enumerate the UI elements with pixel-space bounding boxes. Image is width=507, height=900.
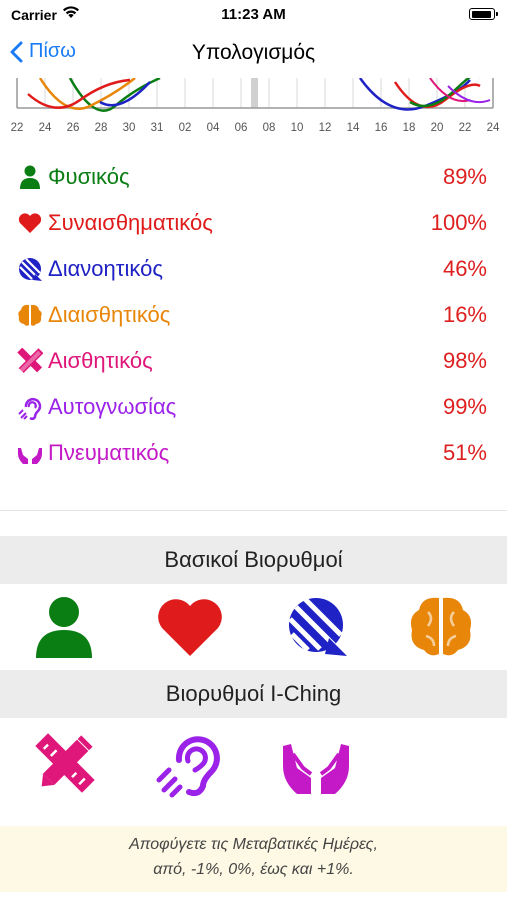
x-tick-label: 24 (38, 122, 52, 134)
row-value: 100% (430, 210, 487, 235)
person-icon (36, 597, 92, 658)
x-tick-label: 04 (206, 122, 220, 134)
x-tick-label: 22 (458, 122, 472, 134)
iching-aesthetic-button[interactable] (30, 728, 100, 798)
row-value: 99% (442, 394, 487, 419)
status-time: 11:23 AM (221, 6, 286, 23)
x-tick-label: 12 (318, 122, 332, 134)
row-value: 98% (442, 348, 487, 373)
row-label: Διαισθητικός (48, 302, 171, 327)
today-marker (251, 78, 258, 108)
row-physical[interactable]: Φυσικός 89% (0, 156, 507, 196)
row-value: 16% (442, 302, 487, 327)
battery-icon (469, 8, 498, 20)
nav-bar: Πίσω Υπολογισμός (0, 28, 507, 78)
row-aesthetic[interactable]: Αισθητικός 98% (0, 340, 507, 380)
status-bar: Carrier 11:23 AM (0, 0, 507, 28)
x-tick-label: 08 (262, 122, 276, 134)
page-title: Υπολογισμός (191, 41, 316, 64)
row-label: Πνευματικός (48, 440, 170, 465)
x-tick-label: 31 (150, 122, 164, 134)
footer-line-1: Αποφύγετε τις Μεταβατικές Ημέρες, (129, 836, 378, 853)
basic-intellectual-button[interactable] (283, 592, 353, 662)
row-value: 46% (442, 256, 487, 281)
row-label: Αυτογνωσίας (48, 394, 177, 419)
row-self-awareness[interactable]: Αυτογνωσίας 99% (0, 386, 507, 426)
graph-x-axis: 22 24 26 28 30 31 02 04 06 08 10 12 14 16 18 20 22 24 (0, 122, 507, 138)
divider (0, 510, 507, 511)
row-intellectual[interactable]: Διανοητικός 46% (0, 248, 507, 288)
person-icon (20, 165, 40, 189)
ear-icon (156, 736, 220, 798)
x-tick-label: 30 (122, 122, 136, 134)
x-tick-label: 18 (402, 122, 416, 134)
pencil-ruler-icon (17, 348, 43, 374)
footer-line-2: από, -1%, 0%, έως και +1%. (153, 861, 354, 878)
mind-icon (288, 597, 347, 656)
mind-icon (19, 258, 42, 281)
x-tick-label: 26 (66, 122, 80, 134)
row-intuitive[interactable]: Διαισθητικός 16% (0, 294, 507, 334)
hands-icon (283, 744, 349, 794)
x-tick-label: 16 (374, 122, 388, 134)
hands-icon (18, 448, 42, 464)
iching-spiritual-button[interactable] (281, 728, 351, 798)
brain-icon (410, 597, 472, 656)
footer-note: Αποφύγετε τις Μεταβατικές Ημέρες, από, -… (0, 826, 507, 892)
iching-self-awareness-button[interactable] (155, 728, 225, 798)
x-tick-label: 14 (346, 122, 360, 134)
basic-emotional-button[interactable] (155, 592, 225, 662)
x-tick-label: 20 (430, 122, 444, 134)
row-label: Φυσικός (48, 164, 130, 189)
row-spiritual[interactable]: Πνευματικός 51% (0, 432, 507, 472)
section-header-iching: Βιορυθμοί I-Ching (0, 670, 507, 718)
x-tick-label: 06 (234, 122, 248, 134)
row-emotional[interactable]: Συναισθηματικός 100% (0, 202, 507, 242)
brain-icon (18, 304, 42, 326)
row-label: Διανοητικός (48, 256, 163, 281)
ear-icon (18, 397, 42, 420)
pencil-ruler-icon (35, 733, 95, 793)
basic-intuitive-button[interactable] (406, 592, 476, 662)
x-tick-label: 28 (94, 122, 108, 134)
heart-icon (18, 213, 42, 233)
x-tick-label: 02 (178, 122, 192, 134)
x-tick-label: 24 (486, 122, 500, 134)
row-value: 89% (442, 164, 487, 189)
x-tick-label: 22 (10, 122, 24, 134)
row-value: 51% (442, 440, 487, 465)
section-header-basic: Βασικοί Βιορυθμοί (0, 536, 507, 584)
basic-physical-button[interactable] (30, 592, 100, 662)
x-tick-label: 10 (290, 122, 304, 134)
row-label: Συναισθηματικός (48, 210, 213, 235)
row-label: Αισθητικός (48, 348, 153, 373)
heart-icon (158, 599, 222, 656)
